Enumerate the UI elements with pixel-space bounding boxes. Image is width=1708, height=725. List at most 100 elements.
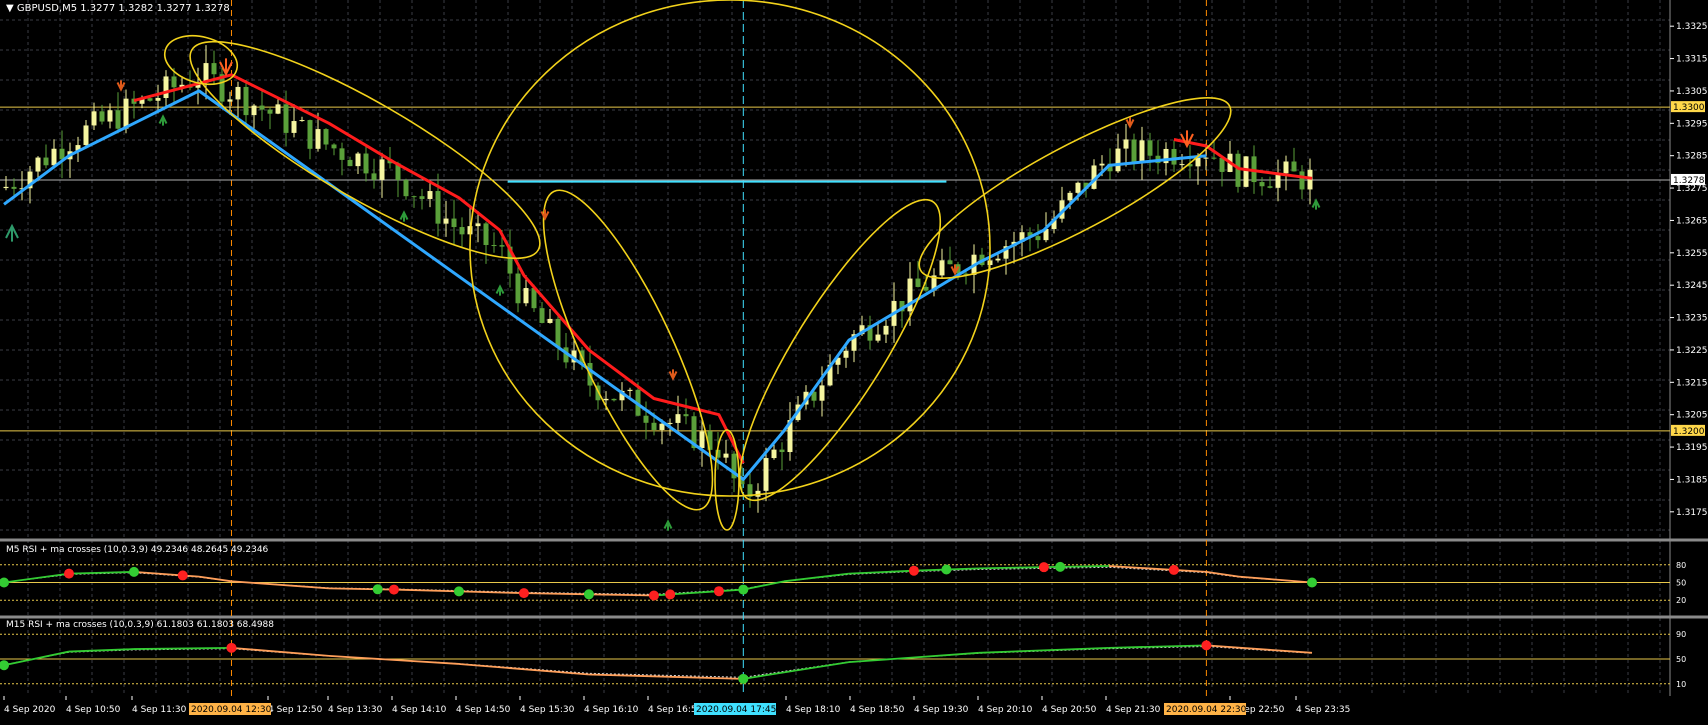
candle-bull xyxy=(443,218,449,224)
price-tick-label: 1.3305 xyxy=(1676,87,1708,97)
candle-bear xyxy=(1219,157,1225,172)
candle-bull xyxy=(427,191,433,199)
candle-bull xyxy=(107,110,113,122)
candle-bear xyxy=(611,398,617,401)
candle-bear xyxy=(923,286,929,291)
time-label: 4 Sep 18:10 xyxy=(786,705,841,715)
rsi-m5-cross-up-dot xyxy=(738,584,749,595)
main-panel-header: ▼ GBPUSD,M5 1.3277 1.3282 1.3277 1.3278 xyxy=(6,3,230,14)
rsi-m5-line-segment xyxy=(328,587,394,591)
candle-bull xyxy=(523,288,529,304)
price-tick-label: 1.3315 xyxy=(1676,55,1708,65)
trading-chart[interactable]: 1.3325 1.3315 1.3305 1.3295 1.3285 1.3275 1.32… xyxy=(0,0,1708,721)
candle-bull xyxy=(723,453,729,458)
rsi-m5-cross-down-dot xyxy=(177,570,188,581)
candle-bear xyxy=(1147,140,1153,156)
rsi-m5-line-segment xyxy=(523,592,589,596)
time-label: 4 Sep 21:30 xyxy=(1106,705,1161,715)
time-label: 4 Sep 14:10 xyxy=(392,705,447,715)
candle-bull xyxy=(251,105,257,116)
candle-bull xyxy=(1067,192,1073,201)
candle-bear xyxy=(779,449,785,453)
rsi-m5-cross-down-dot xyxy=(63,568,74,579)
time-label: 4 Sep 13:30 xyxy=(328,705,383,715)
candle-bull xyxy=(291,121,297,133)
rsi-m5-cross-down-dot xyxy=(648,590,659,601)
candle-bull xyxy=(659,423,665,430)
candle-bull xyxy=(227,99,233,102)
time-highlight-label: 2020.09.04 17:45 xyxy=(696,705,776,715)
price-tick-label: 1.3295 xyxy=(1676,119,1708,129)
candle-bull xyxy=(3,186,9,189)
candle-bull xyxy=(603,398,609,401)
rsi-m5-cross-up-dot xyxy=(583,589,594,600)
time-label: 4 Sep 14:50 xyxy=(456,705,511,715)
rsi-m5-cross-up-dot xyxy=(453,586,464,597)
price-tick-label: 1.3195 xyxy=(1676,443,1708,453)
price-tick-label: 1.3175 xyxy=(1676,508,1708,518)
candle-bear xyxy=(59,148,65,160)
candle-bull xyxy=(35,157,41,172)
rsi-m5-cross-down-dot xyxy=(908,565,919,576)
candle-bear xyxy=(419,196,425,199)
candle-bull xyxy=(843,350,849,358)
symbol-label: GBPUSD,M5 xyxy=(16,3,78,14)
candle-bear xyxy=(515,273,521,304)
candle-bear xyxy=(683,414,689,417)
chart-canvas[interactable]: 1.33251.33151.33051.32951.32851.32751.32… xyxy=(0,0,1708,721)
candle-bull xyxy=(627,389,633,391)
candle-bear xyxy=(651,422,657,430)
time-label: 4 Sep 16:10 xyxy=(584,705,639,715)
rsi-m15-cross-down-dot xyxy=(1201,640,1212,651)
rsi-level-label: 10 xyxy=(1676,680,1686,689)
candle-bull xyxy=(883,325,889,335)
candle-bull xyxy=(547,318,553,323)
time-label: 4 Sep 10:50 xyxy=(66,705,121,715)
level-label: 1.3200 xyxy=(1673,427,1705,437)
candle-bear xyxy=(1171,148,1177,165)
rsi-m5-cross-up-dot xyxy=(1307,577,1317,588)
rsi-m5-cross-down-dot xyxy=(1038,562,1049,573)
rsi-m5-cross-up-dot xyxy=(941,564,952,575)
candle-bull xyxy=(995,258,1001,261)
candle-bull xyxy=(355,153,361,167)
candle-bull xyxy=(1243,156,1249,187)
rsi-m5-cross-up-dot xyxy=(128,566,139,577)
price-tick-label: 1.3245 xyxy=(1676,281,1708,291)
candle-bear xyxy=(539,308,545,323)
candle-bull xyxy=(51,148,57,166)
time-highlight-label: 2020.09.04 22:30 xyxy=(1166,705,1247,715)
candle-bear xyxy=(363,153,369,174)
candle-bear xyxy=(1131,139,1137,163)
rsi-level-label: 20 xyxy=(1676,596,1686,605)
candle-bear xyxy=(1291,161,1297,172)
candle-bear xyxy=(283,104,289,133)
candle-bear xyxy=(259,105,265,110)
rsi-level-label: 50 xyxy=(1676,579,1686,588)
rsi-m5-cross-down-dot xyxy=(388,584,399,595)
price-tick-label: 1.3285 xyxy=(1676,152,1708,162)
candle-bull xyxy=(235,86,241,100)
candle-bull xyxy=(763,458,769,491)
candle-bull xyxy=(1115,148,1121,172)
time-label: 4 Sep 19:30 xyxy=(914,705,969,715)
candle-bear xyxy=(331,144,337,149)
candle-bear xyxy=(307,120,313,149)
rsi-m5-cross-down-dot xyxy=(518,588,529,599)
dropdown-triangle-icon[interactable]: ▼ xyxy=(6,3,14,14)
candle-bear xyxy=(267,109,273,114)
time-label: 4 Sep 2020 xyxy=(4,705,56,715)
candle-bear xyxy=(171,76,177,88)
candle-bear xyxy=(947,260,953,265)
price-tick-label: 1.3265 xyxy=(1676,216,1708,226)
candle-bear xyxy=(1299,171,1305,190)
candle-bear xyxy=(371,173,377,180)
candle-bull xyxy=(91,111,97,126)
rsi-m15-cross-down-dot xyxy=(226,642,237,653)
candle-bear xyxy=(1259,182,1265,187)
candle-bear xyxy=(555,318,561,348)
candle-bear xyxy=(499,245,505,247)
rsi-m15-line-segment xyxy=(133,646,232,650)
candle-bear xyxy=(115,110,121,129)
candle-bear xyxy=(347,159,353,167)
